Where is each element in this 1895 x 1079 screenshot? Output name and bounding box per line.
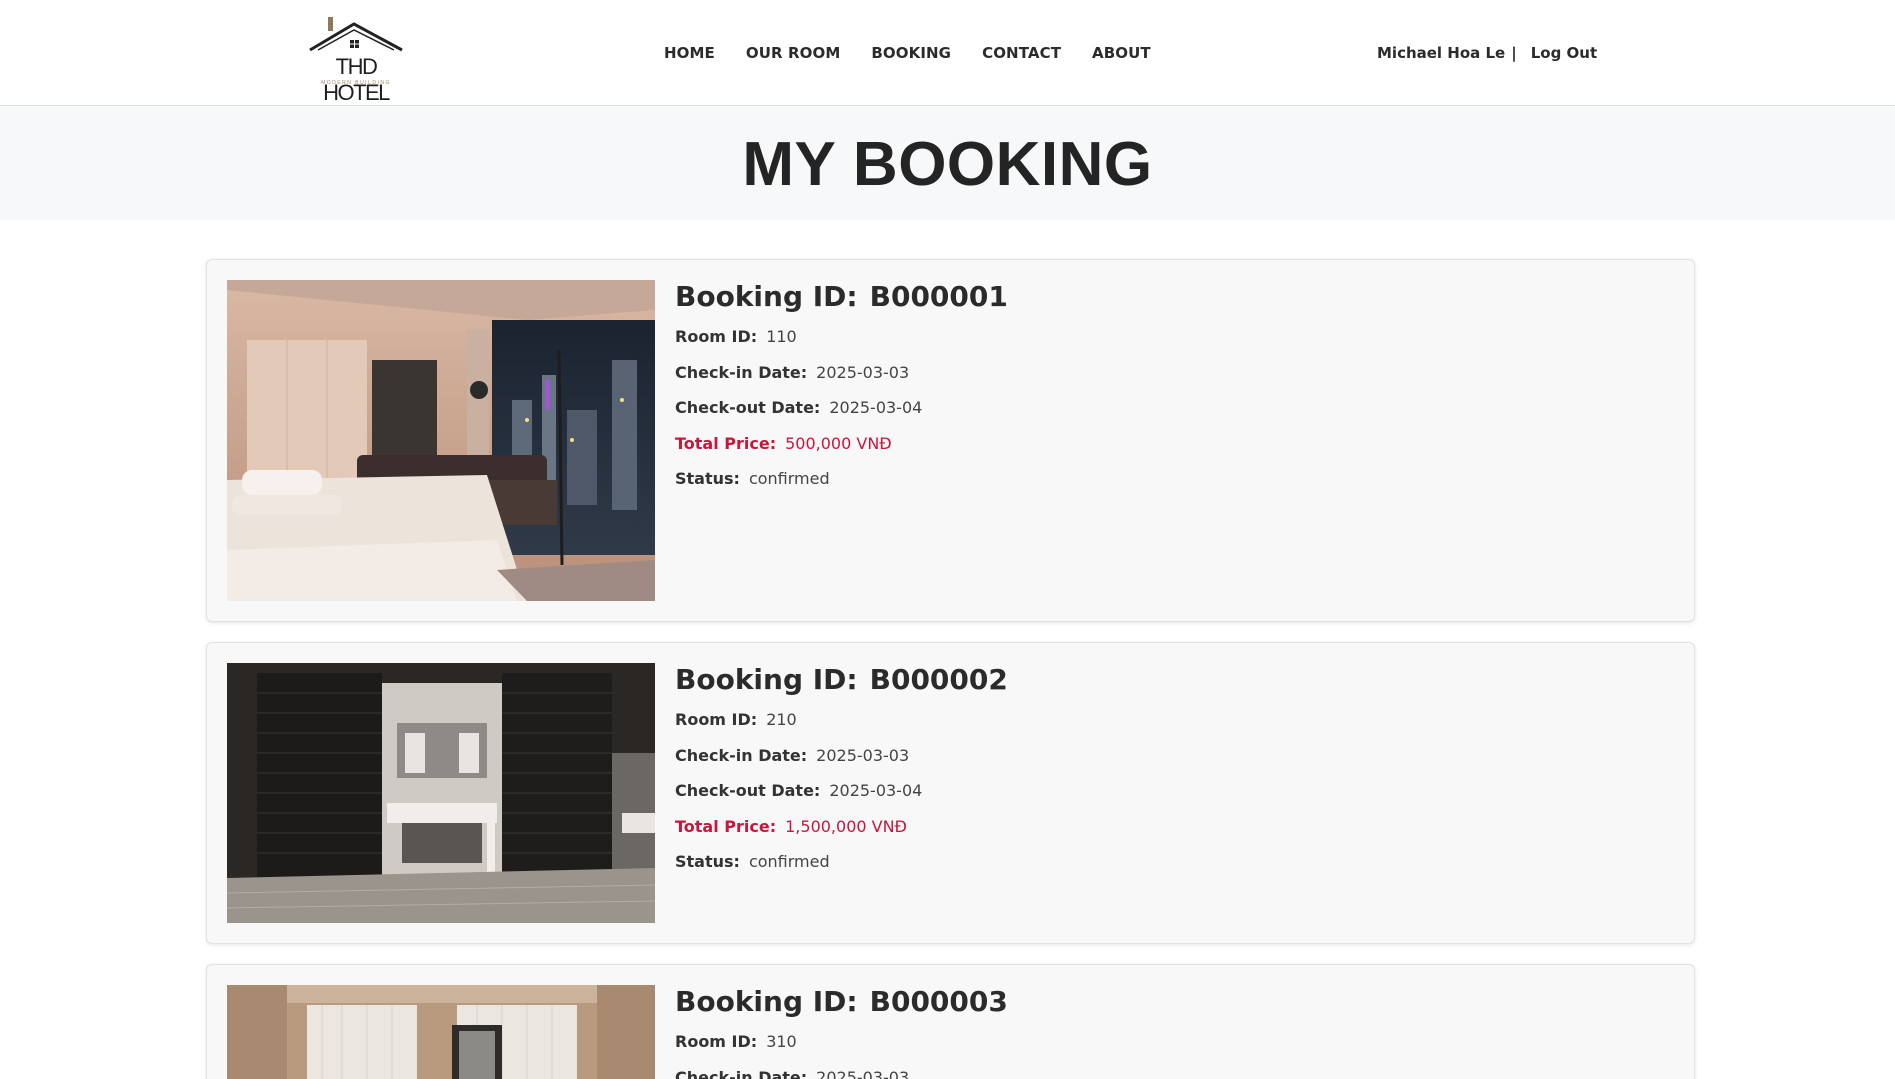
check-out-row: Check-out Date: 2025-03-04 (675, 781, 1008, 817)
user-separator: | (1511, 44, 1517, 62)
total-price-label: Total Price: (675, 433, 777, 453)
check-in-label: Check-in Date: (675, 1067, 808, 1079)
booking-id-label: Booking ID: (675, 663, 858, 696)
booking-info: Booking ID: B000001 Room ID: 110 Check-in … (675, 280, 1008, 505)
hotel-logo[interactable]: THD HOTEL MODERN BUILDING (302, 14, 410, 105)
check-in-value: 2025-03-03 (816, 745, 910, 765)
total-price-value: 1,500,000 VNĐ (785, 816, 907, 836)
booking-id-heading: Booking ID: B000002 (675, 663, 1008, 696)
check-in-row: Check-in Date: 2025-03-03 (675, 363, 1008, 399)
check-in-row: Check-in Date: 2025-03-03 (675, 1068, 1008, 1079)
room-id-value: 310 (766, 1032, 797, 1051)
booking-id-value: B000002 (869, 663, 1008, 696)
status-label: Status: (675, 852, 740, 871)
site-header: THD HOTEL MODERN BUILDING HOME OUR ROOM … (0, 0, 1895, 106)
logout-link[interactable]: Log Out (1531, 44, 1597, 62)
total-price-value: 500,000 VNĐ (785, 433, 892, 453)
nav-about[interactable]: ABOUT (1092, 44, 1151, 62)
check-in-value: 2025-03-03 (816, 1067, 910, 1079)
booking-id-label: Booking ID: (675, 280, 858, 313)
room-id-row: Room ID: 210 (675, 710, 1008, 746)
room-id-row: Room ID: 310 (675, 1032, 1008, 1068)
room-id-label: Room ID: (675, 1032, 758, 1051)
logo-subtext: MODERN BUILDING (321, 80, 391, 86)
room-image (227, 280, 655, 601)
nav-our-room[interactable]: OUR ROOM (746, 44, 840, 62)
booking-info: Booking ID: B000002 Room ID: 210 Check-in … (675, 663, 1008, 888)
check-in-label: Check-in Date: (675, 745, 808, 765)
room-image (227, 985, 655, 1079)
booking-card: Booking ID: B000001 Room ID: 110 Check-in … (206, 259, 1695, 622)
check-in-row: Check-in Date: 2025-03-03 (675, 746, 1008, 782)
user-name[interactable]: Michael Hoa Le (1377, 44, 1505, 62)
booking-card: Booking ID: B000002 Room ID: 210 Check-in … (206, 642, 1695, 944)
total-price-row: Total Price: 500,000 VNĐ (675, 434, 1008, 470)
main-nav: HOME OUR ROOM BOOKING CONTACT ABOUT (664, 44, 1182, 62)
booking-id-value: B000003 (869, 985, 1008, 1018)
nav-home[interactable]: HOME (664, 44, 715, 62)
room-id-value: 210 (766, 710, 797, 729)
booking-id-label: Booking ID: (675, 985, 858, 1018)
room-image (227, 663, 655, 923)
status-value: confirmed (748, 852, 830, 871)
room-id-value: 110 (766, 327, 797, 346)
booking-card: Booking ID: B000003 Room ID: 310 Check-in … (206, 964, 1695, 1079)
page-banner: MY BOOKING (0, 107, 1895, 220)
booking-info: Booking ID: B000003 Room ID: 310 Check-in … (675, 985, 1008, 1079)
status-row: Status: confirmed (675, 469, 1008, 505)
room-id-label: Room ID: (675, 327, 758, 346)
total-price-row: Total Price: 1,500,000 VNĐ (675, 817, 1008, 853)
booking-id-heading: Booking ID: B000003 (675, 985, 1008, 1018)
check-out-label: Check-out Date: (675, 398, 821, 417)
total-price-label: Total Price: (675, 816, 777, 836)
check-out-value: 2025-03-04 (829, 398, 923, 417)
nav-contact[interactable]: CONTACT (982, 44, 1061, 62)
status-row: Status: confirmed (675, 852, 1008, 888)
status-value: confirmed (748, 469, 830, 488)
check-out-row: Check-out Date: 2025-03-04 (675, 398, 1008, 434)
status-label: Status: (675, 469, 740, 488)
room-id-label: Room ID: (675, 710, 758, 729)
nav-booking[interactable]: BOOKING (871, 44, 951, 62)
check-out-label: Check-out Date: (675, 781, 821, 800)
booking-id-value: B000001 (869, 280, 1008, 313)
user-area: Michael Hoa Le | Log Out (1377, 44, 1597, 62)
check-in-label: Check-in Date: (675, 362, 808, 382)
page-title: MY BOOKING (742, 130, 1153, 199)
booking-id-heading: Booking ID: B000001 (675, 280, 1008, 313)
check-out-value: 2025-03-04 (829, 781, 923, 800)
room-id-row: Room ID: 110 (675, 327, 1008, 363)
check-in-value: 2025-03-03 (816, 362, 910, 382)
